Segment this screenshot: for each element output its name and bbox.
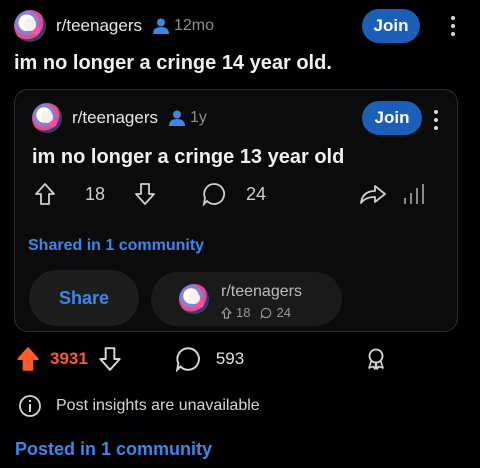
crosspost-join-button[interactable]: Join [362,101,422,135]
chip-upvote-count: 18 [236,305,251,320]
crosspost-actions: 18 24 [32,178,442,210]
insights-text: Post insights are unavailable [56,397,260,414]
comment-icon[interactable] [201,181,227,207]
posted-in-community-link[interactable]: Posted in 1 community [15,439,212,460]
user-icon [153,18,169,34]
upvote-icon[interactable] [16,346,40,372]
crosspost-subreddit-name[interactable]: r/teenagers [72,108,158,128]
join-button[interactable]: Join [362,9,420,43]
crosspost-age: 1y [190,109,207,126]
crosspost-upvote-count: 18 [85,183,106,204]
comment-count: 593 [215,349,245,368]
subreddit-avatar[interactable] [14,10,46,42]
upvote-count: 3931 [50,349,88,368]
upvote-icon [221,306,232,319]
award-icon[interactable] [365,347,387,371]
crosspost-subreddit-avatar[interactable] [32,103,62,133]
chip-subreddit-avatar [179,284,209,314]
comment-icon[interactable] [174,345,202,373]
info-icon [19,395,41,417]
downvote-icon[interactable] [98,346,122,372]
share-button[interactable]: Share [29,270,139,326]
crosspost-title[interactable]: im no longer a cringe 13 year old [32,146,344,169]
subreddit-name[interactable]: r/teenagers [56,16,142,36]
chip-subreddit-name: r/teenagers [221,283,302,300]
crosspost-card[interactable]: r/teenagers 1y Join im no longer a cring… [14,89,458,332]
post-age: 12mo [174,17,215,34]
post-actions: 3931 593 [16,342,416,376]
insights-row: Post insights are unavailable [18,394,260,418]
crosspost-kebab-icon[interactable] [433,110,439,130]
chip-stats: 18 24 [221,305,291,320]
downvote-icon[interactable] [134,182,156,206]
insights-bars-icon[interactable] [401,182,427,206]
community-chip[interactable]: r/teenagers 18 24 [151,272,342,326]
crosspost-comment-count: 24 [246,183,267,204]
post-title[interactable]: im no longer a cringe 14 year old. [14,52,332,75]
upvote-icon[interactable] [34,182,56,206]
comment-icon [261,307,272,319]
post-header: r/teenagers 12mo Join [14,8,468,44]
crosspost-header: r/teenagers 1y Join [32,100,452,136]
user-icon [169,110,185,126]
shared-in-community-link[interactable]: Shared in 1 community [28,237,204,255]
share-arrow-icon[interactable] [359,182,387,206]
kebab-icon[interactable] [450,16,456,36]
chip-comment-count: 24 [276,305,291,320]
